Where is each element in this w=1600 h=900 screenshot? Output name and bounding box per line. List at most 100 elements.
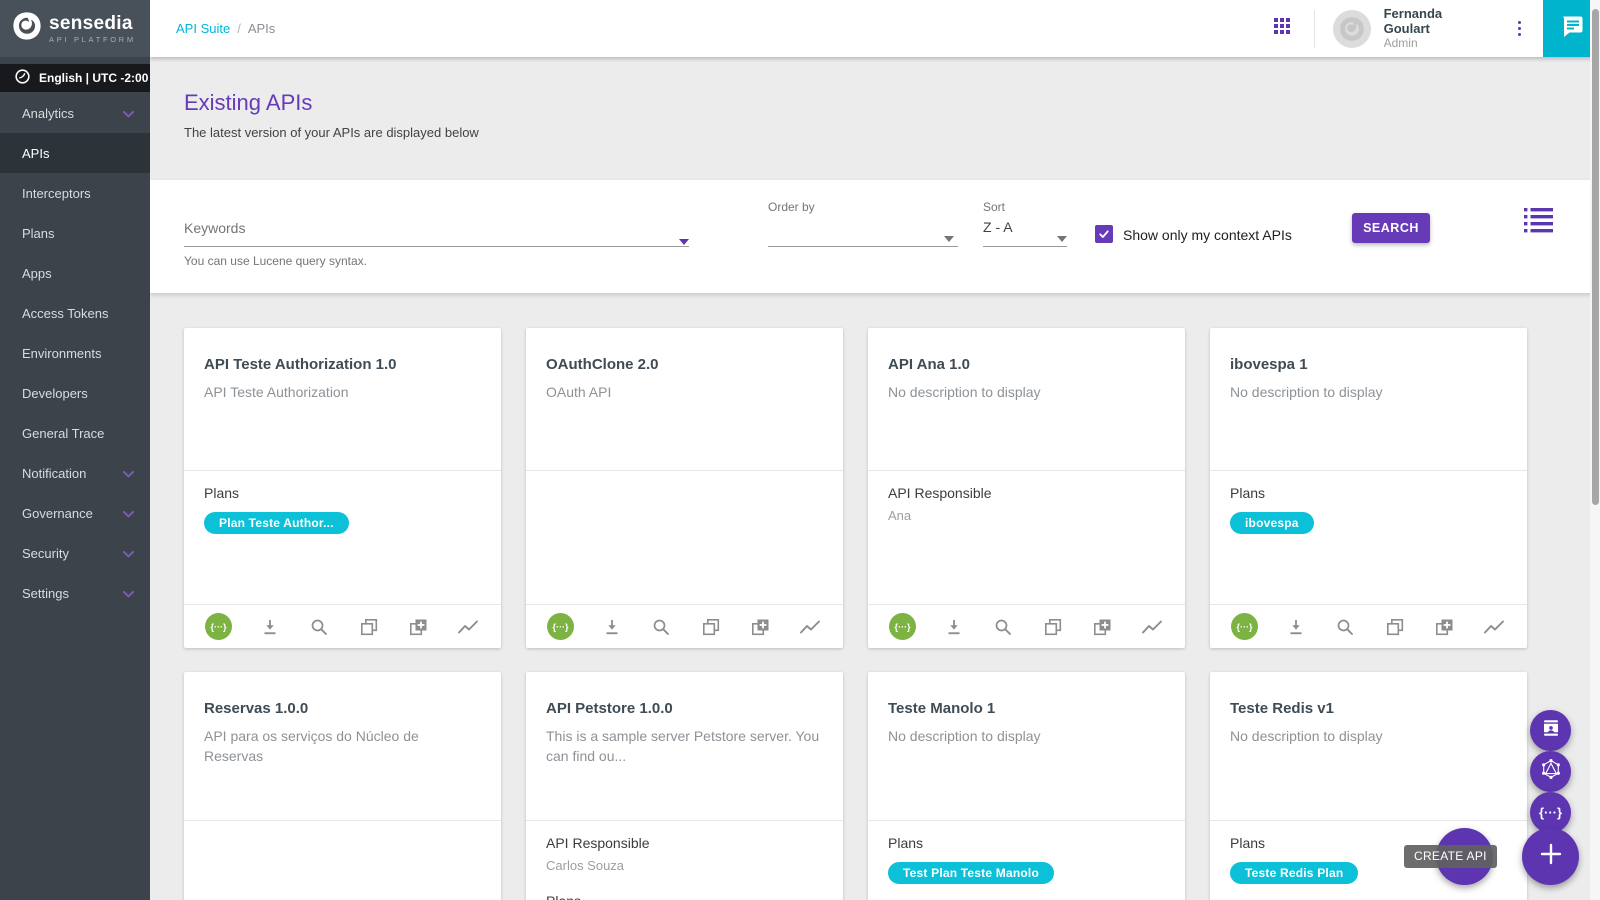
api-description: No description to display: [1230, 726, 1507, 746]
keywords-dropdown-caret-icon[interactable]: [679, 239, 689, 245]
trace-search-icon[interactable]: [992, 616, 1014, 638]
header-divider: [1314, 10, 1315, 48]
api-title: OAuthClone 2.0: [546, 356, 823, 373]
code-braces-icon: {···}: [1539, 805, 1562, 820]
chevron-down-icon: [123, 106, 134, 121]
download-icon[interactable]: [601, 616, 623, 638]
keywords-field[interactable]: Keywords You can use Lucene query syntax…: [184, 180, 689, 293]
api-description: No description to display: [888, 726, 1165, 746]
api-card[interactable]: API Petstore 1.0.0 This is a sample serv…: [526, 672, 843, 900]
user-menu[interactable]: Fernanda Goulart Admin: [1384, 6, 1492, 51]
api-card[interactable]: Teste Manolo 1 No description to display…: [868, 672, 1185, 900]
sidebar-item-access-tokens[interactable]: Access Tokens: [0, 293, 150, 333]
plan-chip[interactable]: Teste Redis Plan: [1230, 862, 1358, 884]
order-by-select[interactable]: Order by: [768, 180, 958, 293]
download-icon[interactable]: [943, 616, 965, 638]
metrics-icon[interactable]: [1482, 616, 1506, 638]
sidebar-item-analytics[interactable]: Analytics: [0, 93, 150, 133]
download-icon[interactable]: [1285, 616, 1307, 638]
language-label: English | UTC -2:00: [39, 71, 148, 85]
chevron-down-icon: [123, 506, 134, 521]
chevron-down-icon: [123, 546, 134, 561]
responsible-label: API Responsible: [888, 485, 1165, 501]
brand[interactable]: sensedia API PLATFORM: [0, 0, 150, 57]
trace-search-icon[interactable]: [308, 616, 330, 638]
download-icon[interactable]: [259, 616, 281, 638]
chevron-down-icon: [123, 586, 134, 601]
copy-icon[interactable]: [1384, 616, 1406, 638]
breadcrumb-api-suite[interactable]: API Suite: [176, 21, 230, 36]
copy-icon[interactable]: [358, 616, 380, 638]
plan-chip[interactable]: Test Plan Teste Manolo: [888, 862, 1054, 884]
trace-search-icon[interactable]: [1334, 616, 1356, 638]
trace-search-icon[interactable]: [650, 616, 672, 638]
sidebar-item-notification[interactable]: Notification: [0, 453, 150, 493]
new-version-icon[interactable]: [1433, 616, 1455, 638]
api-contract-icon[interactable]: {···}: [889, 613, 916, 640]
search-button[interactable]: SEARCH: [1352, 213, 1430, 243]
metrics-icon[interactable]: [798, 616, 822, 638]
add-fab[interactable]: [1522, 828, 1579, 885]
api-description: No description to display: [888, 382, 1165, 402]
sidebar: sensedia API PLATFORM English | UTC -2:0…: [0, 0, 150, 900]
api-contract-icon[interactable]: {···}: [205, 613, 232, 640]
api-description: OAuth API: [546, 382, 823, 402]
metrics-icon[interactable]: [1140, 616, 1164, 638]
metrics-icon[interactable]: [456, 616, 480, 638]
top-header: API Suite / APIs Fernanda Goulart Admin: [150, 0, 1600, 57]
sidebar-item-governance[interactable]: Governance: [0, 493, 150, 533]
chat-bubble-icon: [1559, 13, 1585, 44]
api-title: API Teste Authorization 1.0: [204, 356, 481, 373]
api-title: Reservas 1.0.0: [204, 700, 481, 717]
sort-value: Z - A: [983, 219, 1013, 235]
responsible-label: API Responsible: [546, 835, 823, 851]
avatar[interactable]: [1333, 10, 1371, 48]
more-options-icon[interactable]: [1514, 17, 1525, 40]
new-version-icon[interactable]: [407, 616, 429, 638]
order-by-caret-icon[interactable]: [944, 236, 954, 242]
sidebar-item-security[interactable]: Security: [0, 533, 150, 573]
copy-icon[interactable]: [1042, 616, 1064, 638]
api-description: This is a sample server Petstore server.…: [546, 726, 823, 767]
sort-select[interactable]: Sort Z - A: [983, 180, 1067, 293]
api-card[interactable]: OAuthClone 2.0 OAuth API {···}: [526, 328, 843, 648]
api-card[interactable]: API Teste Authorization 1.0 API Teste Au…: [184, 328, 501, 648]
plans-label: Plans: [1230, 485, 1507, 501]
new-version-icon[interactable]: [1091, 616, 1113, 638]
sidebar-item-environments[interactable]: Environments: [0, 333, 150, 373]
sidebar-item-general-trace[interactable]: General Trace: [0, 413, 150, 453]
page-scrollbar: [1590, 0, 1600, 900]
sidebar-item-developers[interactable]: Developers: [0, 373, 150, 413]
create-rest-api-fab[interactable]: {···}: [1530, 792, 1571, 833]
main-content: Existing APIs The latest version of your…: [150, 57, 1600, 900]
sort-caret-icon[interactable]: [1057, 236, 1067, 242]
api-card[interactable]: Reservas 1.0.0 API para os serviços do N…: [184, 672, 501, 900]
sidebar-item-apis[interactable]: APIs: [0, 133, 150, 173]
copy-icon[interactable]: [700, 616, 722, 638]
keywords-label: Keywords: [184, 220, 245, 236]
new-version-icon[interactable]: [749, 616, 771, 638]
api-title: Teste Manolo 1: [888, 700, 1165, 717]
api-contract-icon[interactable]: {···}: [1231, 613, 1258, 640]
api-description: API para os serviços do Núcleo de Reserv…: [204, 726, 481, 767]
globe-icon: [15, 69, 30, 87]
sidebar-item-interceptors[interactable]: Interceptors: [0, 173, 150, 213]
api-card[interactable]: ibovespa 1 No description to display Pla…: [1210, 328, 1527, 648]
plan-chip[interactable]: Plan Teste Author...: [204, 512, 349, 534]
language-selector[interactable]: English | UTC -2:00: [0, 64, 150, 92]
graphql-icon: [1540, 758, 1562, 785]
create-graphql-fab[interactable]: [1530, 751, 1571, 792]
responsible-value: Carlos Souza: [546, 858, 823, 873]
api-contract-icon[interactable]: {···}: [547, 613, 574, 640]
api-card[interactable]: API Ana 1.0 No description to display AP…: [868, 328, 1185, 648]
context-checkbox[interactable]: [1095, 225, 1113, 243]
page-subtitle: The latest version of your APIs are disp…: [184, 125, 1600, 140]
create-client-fab[interactable]: [1530, 710, 1571, 751]
scrollbar-thumb[interactable]: [1592, 9, 1599, 505]
plan-chip[interactable]: ibovespa: [1230, 512, 1314, 534]
list-view-icon[interactable]: [1522, 206, 1555, 240]
sidebar-item-settings[interactable]: Settings: [0, 573, 150, 613]
sidebar-item-apps[interactable]: Apps: [0, 253, 150, 293]
apps-grid-icon[interactable]: [1274, 18, 1290, 39]
sidebar-item-plans[interactable]: Plans: [0, 213, 150, 253]
